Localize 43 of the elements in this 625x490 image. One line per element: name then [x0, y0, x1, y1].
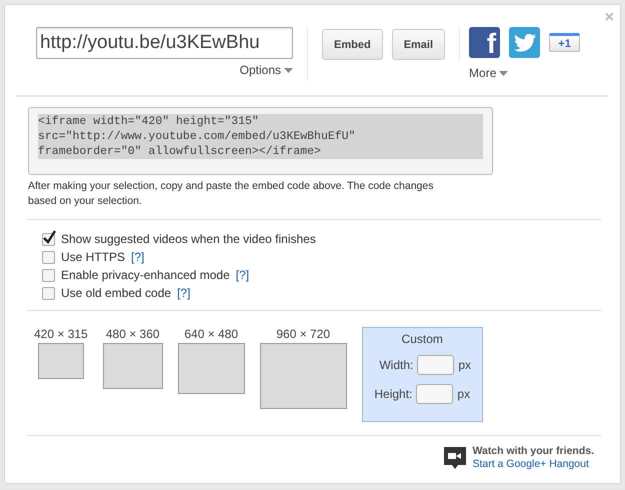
help-link[interactable]: [?]	[177, 286, 190, 300]
email-button[interactable]: Email	[392, 29, 446, 60]
custom-title: Custom	[402, 332, 443, 346]
field-label: Height:	[374, 387, 412, 401]
size-field[interactable]	[417, 355, 454, 375]
custom-size-panel[interactable]: Custom Width: px Height: px	[362, 327, 483, 422]
option-label: Use HTTPS	[61, 250, 126, 264]
size-field[interactable]	[416, 384, 454, 404]
plus-one-button[interactable]: +1	[549, 33, 580, 52]
facebook-button[interactable]: f	[469, 27, 500, 58]
bird-icon	[514, 34, 536, 52]
embed-code: <iframe width="420" height="315" src="http://www.youtube.com/embed/u3KEwBhuEfU" frameborder="0" allowfullscreen></iframe>	[38, 114, 483, 159]
more-dropdown[interactable]: More	[469, 66, 580, 80]
size-option[interactable]: 960 × 720	[260, 327, 347, 409]
hangout-title: Watch with your friends.	[472, 445, 594, 458]
size-preview	[38, 343, 84, 379]
caret-icon	[499, 70, 508, 76]
twitter-button[interactable]	[509, 27, 540, 58]
video-camera-icon	[443, 446, 468, 470]
hangout-link[interactable]: Start a Google+ Hangout	[472, 458, 594, 471]
option-label: Use old embed code	[61, 286, 172, 300]
size-preview	[102, 343, 163, 389]
caret-icon	[284, 68, 293, 72]
checkbox[interactable]	[42, 268, 55, 282]
size-option[interactable]: 640 × 480	[178, 327, 245, 394]
help-link[interactable]: [?]	[236, 268, 250, 282]
embed-help-text: After making your selection, copy and paste the embed code above. The code changes based on your selection.	[28, 179, 434, 209]
size-option[interactable]: 420 × 315	[34, 327, 88, 379]
checkbox[interactable]	[42, 232, 55, 246]
option-label: Show suggested videos when the video finishes	[61, 232, 316, 246]
embed-code-field[interactable]: <iframe width="420" height="315" src="http://www.youtube.com/embed/u3KEwBhuEfU" frameborder="0" allowfullscreen></iframe>	[28, 107, 493, 175]
embed-button[interactable]: Embed	[322, 29, 383, 60]
help-link[interactable]: [?]	[131, 250, 144, 264]
size-option[interactable]: 480 × 360	[102, 327, 163, 389]
option-label: Enable privacy-enhanced mode	[61, 268, 230, 282]
unit-label: px	[457, 387, 470, 401]
checkbox[interactable]	[42, 250, 55, 264]
field-label: Width:	[379, 358, 414, 372]
checkbox[interactable]	[42, 286, 55, 300]
size-preview	[178, 343, 245, 394]
unit-label: px	[458, 358, 472, 372]
url-field[interactable]: http://youtu.be/u3KEwBhu	[36, 27, 293, 59]
options-dropdown[interactable]: Options	[240, 63, 293, 77]
